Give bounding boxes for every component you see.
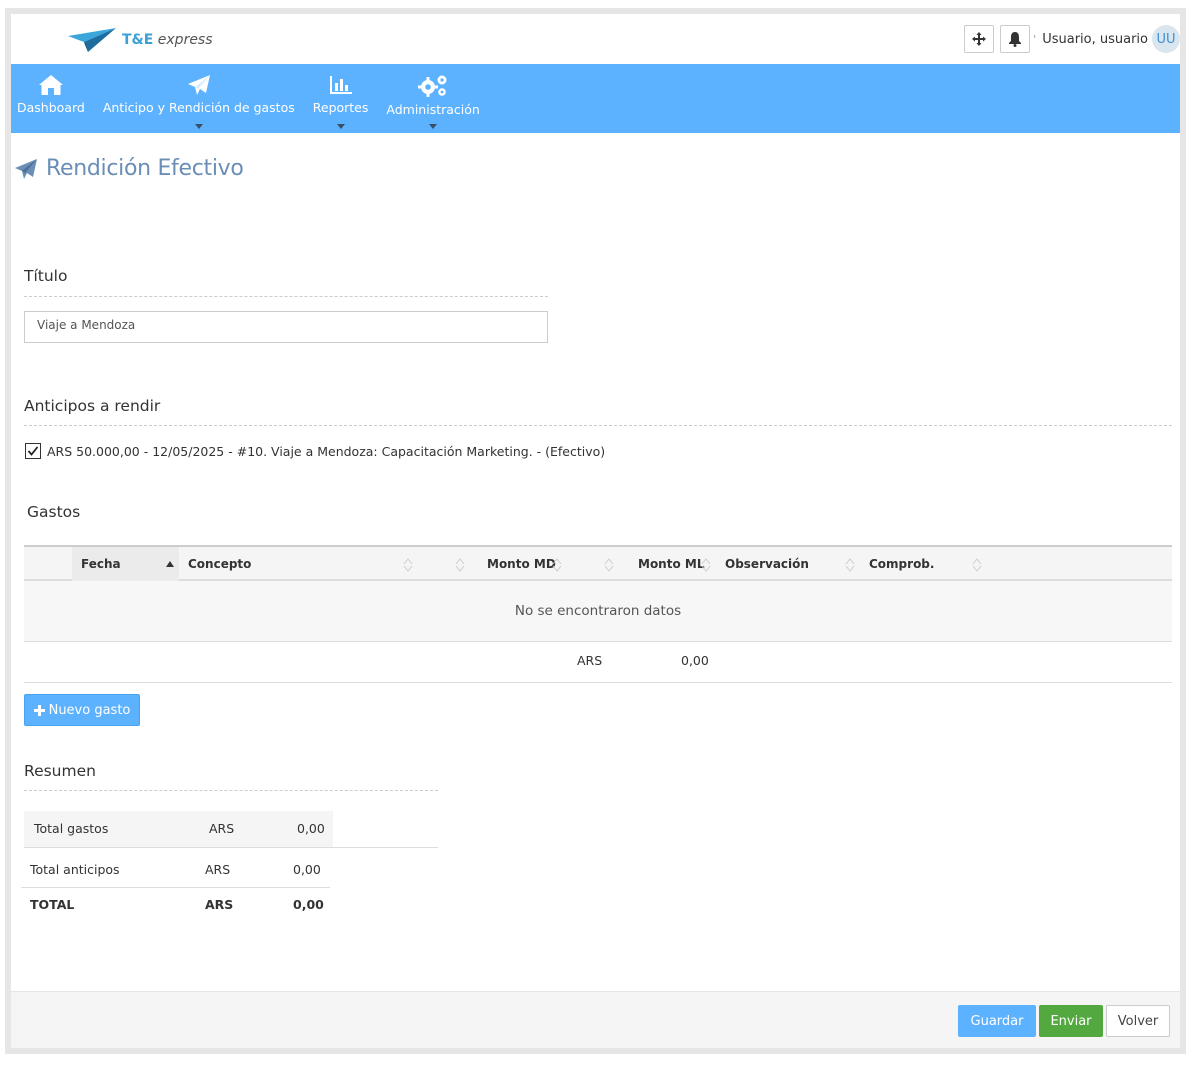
page-header: Rendición Efectivo: [14, 156, 244, 181]
nav-item-dashboard[interactable]: Dashboard: [17, 64, 85, 133]
anticipo-option[interactable]: ARS 50.000,00 - 12/05/2025 - #10. Viaje …: [25, 443, 605, 459]
anticipos-label: Anticipos a rendir: [24, 397, 161, 415]
summary-amount: 0,00: [297, 821, 325, 836]
move-arrows-icon: [972, 32, 987, 46]
checkmark-icon: [27, 446, 39, 456]
anticipo-checkbox[interactable]: [25, 443, 41, 459]
app-frame: T&E express ' Usuario, usuario UU Dashbo…: [5, 8, 1186, 1054]
paper-plane-title-icon: [15, 158, 37, 179]
caret-down-icon: [429, 124, 438, 129]
sort-icon[interactable]: [403, 558, 413, 572]
summary-row-gastos: Total gastos ARS 0,00: [24, 811, 333, 847]
footer-currency: ARS: [577, 653, 603, 668]
notifications-button[interactable]: [1000, 25, 1031, 53]
sort-icon[interactable]: [455, 558, 465, 572]
sort-asc-icon[interactable]: [165, 560, 175, 568]
home-icon: [38, 75, 63, 95]
nav-label: Reportes: [312, 100, 369, 115]
page-title: Rendición Efectivo: [46, 156, 244, 181]
summary-label: Total anticipos: [30, 862, 120, 877]
summary-amount: 0,00: [293, 897, 324, 912]
nav-label: Anticipo y Rendición de gastos: [102, 100, 295, 115]
summary-currency: ARS: [205, 897, 234, 912]
send-button[interactable]: Enviar: [1039, 1005, 1103, 1037]
table-header: Fecha Concepto Monto MD Monto ML Observa…: [24, 545, 1172, 581]
sort-icon[interactable]: [845, 558, 855, 572]
sort-icon[interactable]: [552, 558, 562, 572]
anticipo-text: ARS 50.000,00 - 12/05/2025 - #10. Viaje …: [47, 443, 606, 459]
caret-down-icon: [336, 124, 345, 129]
avatar[interactable]: UU: [1152, 25, 1180, 53]
brand-logo[interactable]: T&E express: [66, 26, 213, 54]
col-concepto[interactable]: Concepto: [188, 547, 251, 581]
bell-icon: [1009, 32, 1022, 47]
nav-item-reportes[interactable]: Reportes: [312, 64, 369, 133]
footer-total: 0,00: [681, 653, 709, 668]
save-button[interactable]: Guardar: [958, 1005, 1036, 1037]
plus-icon: [33, 704, 45, 716]
brand-text: T&E express: [122, 32, 213, 48]
nav-item-administracion[interactable]: Administración: [386, 64, 480, 133]
new-expense-label: Nuevo gasto: [48, 702, 131, 718]
header-actions: ' Usuario, usuario UU: [958, 25, 1180, 53]
col-monto-ml[interactable]: Monto ML: [638, 547, 704, 581]
nav-label: Administración: [386, 102, 480, 117]
titulo-label: Título: [24, 267, 68, 285]
gears-icon: [418, 75, 447, 97]
paper-plane-logo-icon: [68, 28, 116, 52]
col-monto-md[interactable]: Monto MD: [487, 547, 556, 581]
divider: [24, 296, 548, 297]
gastos-label: Gastos: [27, 503, 81, 521]
divider: [24, 847, 438, 848]
main-navbar: Dashboard Anticipo y Rendición de gastos…: [11, 64, 1180, 133]
empty-table-message: No se encontraron datos: [24, 581, 1172, 642]
table-footer-row: ARS 0,00: [24, 642, 1172, 683]
summary-amount: 0,00: [293, 862, 321, 877]
separator-tick: ': [1033, 32, 1037, 46]
sort-icon[interactable]: [604, 558, 614, 572]
divider: [24, 790, 438, 791]
new-expense-button[interactable]: Nuevo gasto: [24, 694, 140, 726]
bar-chart-icon: [329, 76, 352, 94]
summary-label: TOTAL: [30, 897, 75, 912]
paper-plane-icon: [187, 75, 210, 95]
col-observacion[interactable]: Observación: [725, 547, 809, 581]
nav-label: Dashboard: [17, 100, 85, 115]
summary-label: Total gastos: [34, 821, 109, 836]
back-button[interactable]: Volver: [1106, 1005, 1170, 1037]
sort-icon[interactable]: [701, 558, 711, 572]
col-fecha[interactable]: Fecha: [81, 547, 121, 581]
divider: [24, 425, 1172, 426]
summary-currency: ARS: [209, 821, 235, 836]
summary-row-anticipos: Total anticipos ARS 0,00: [21, 852, 330, 888]
brand-suffix: express: [157, 32, 213, 48]
caret-down-icon: [194, 124, 203, 129]
titulo-input[interactable]: Viaje a Mendoza: [24, 311, 548, 343]
sort-icon[interactable]: [972, 558, 982, 572]
gastos-table: Fecha Concepto Monto MD Monto ML Observa…: [24, 545, 1172, 683]
brand-prefix: T&E: [122, 32, 154, 48]
nav-item-anticipo[interactable]: Anticipo y Rendición de gastos: [103, 64, 295, 133]
col-comprob[interactable]: Comprob.: [869, 547, 934, 581]
summary-currency: ARS: [205, 862, 231, 877]
resumen-label: Resumen: [24, 762, 96, 780]
move-button[interactable]: [964, 25, 995, 53]
summary-row-total: TOTAL ARS 0,00: [21, 887, 330, 923]
user-name[interactable]: Usuario, usuario: [1042, 32, 1148, 47]
top-header: T&E express ' Usuario, usuario UU: [11, 14, 1180, 64]
